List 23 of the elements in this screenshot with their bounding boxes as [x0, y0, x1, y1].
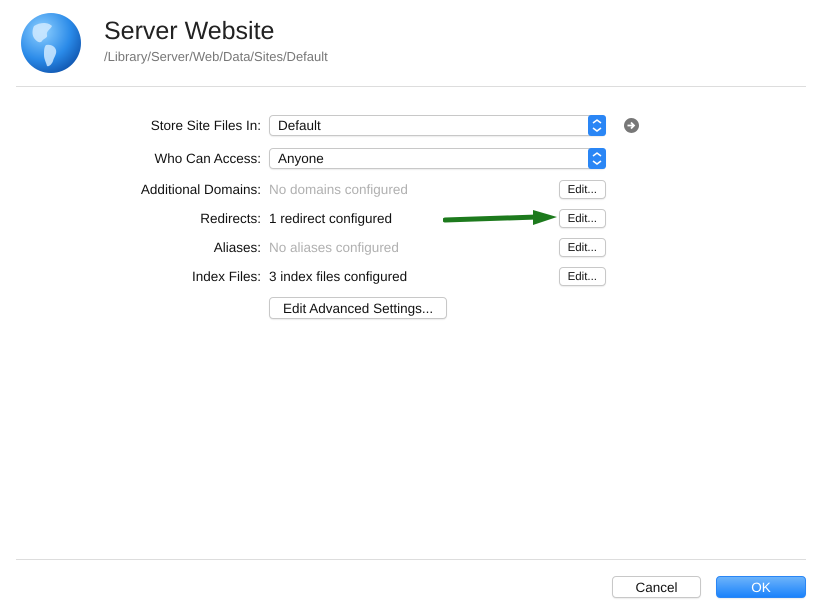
stepper-icon — [588, 115, 606, 136]
field-value: No aliases configured — [269, 240, 399, 255]
advanced-settings-button[interactable]: Edit Advanced Settings... — [269, 297, 448, 319]
field-label: Redirects: — [199, 211, 261, 226]
popup-menu[interactable]: Default — [269, 115, 606, 136]
field-value: 3 index files configured — [269, 269, 408, 284]
stepper-icon — [588, 148, 606, 169]
edit-button[interactable]: Edit... — [558, 238, 606, 257]
site-path: /Library/Server/Web/Data/Sites/Default — [104, 48, 328, 64]
field-label: Additional Domains: — [140, 182, 261, 197]
field-label: Who Can Access: — [153, 151, 261, 166]
page-title: Server Website — [104, 16, 276, 46]
popup-menu[interactable]: Anyone — [269, 148, 606, 169]
field-value: 1 redirect configured — [269, 211, 392, 226]
globe-icon — [20, 12, 82, 74]
edit-button[interactable]: Edit... — [558, 267, 606, 286]
field-value: No domains configured — [269, 182, 408, 197]
field-label: Store Site Files In: — [150, 118, 261, 133]
field-label: Index Files: — [190, 269, 261, 284]
field-label: Aliases: — [212, 240, 261, 255]
cancel-button[interactable]: Cancel — [612, 576, 701, 598]
edit-button[interactable]: Edit... — [558, 209, 606, 228]
edit-button[interactable]: Edit... — [558, 180, 606, 199]
